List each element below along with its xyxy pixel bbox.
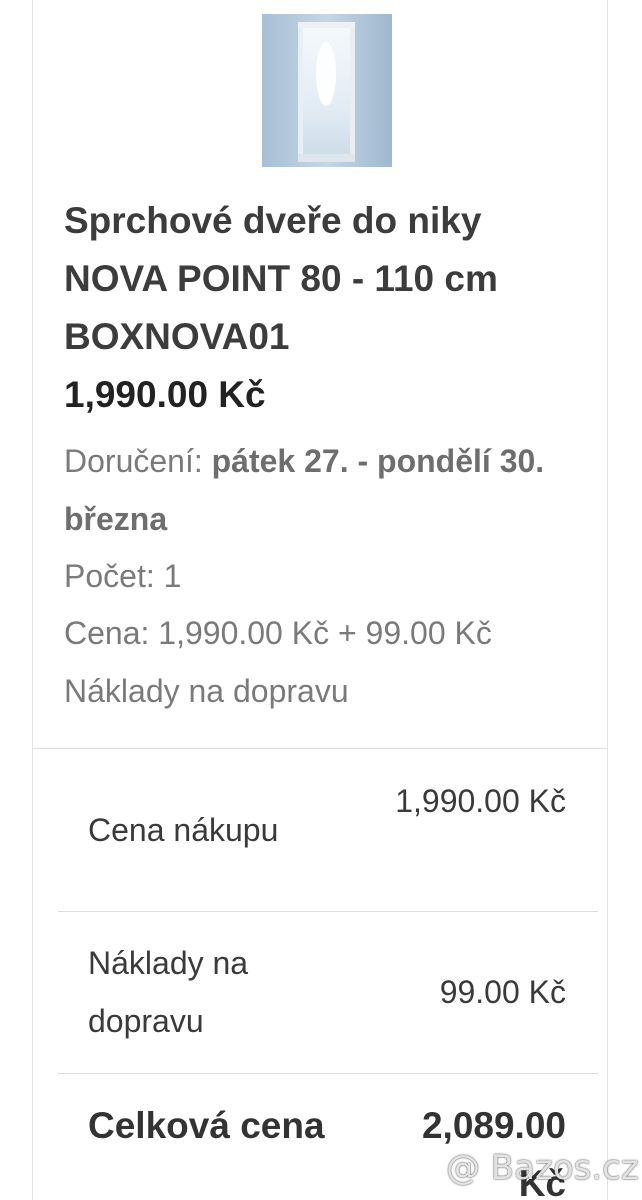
shipping-cost-value: 99.00 Kč [439,974,566,1010]
row-divider [58,911,598,912]
product-price: 1,990.00 Kč [64,374,266,415]
purchase-price-label: Cena nákupu [88,812,279,848]
total-price-label: Celková cena [88,1105,325,1146]
shipping-cost-label: Náklady na dopravu [88,945,249,1039]
watermark: @ Bazos.cz [446,1148,639,1188]
quantity-info: Počet: 1 [64,558,182,594]
product-title[interactable]: Sprchové dveře do niky NOVA POINT 80 - 1… [64,192,584,366]
delivery-label: Doručení: [64,443,203,479]
delivery-info: Doručení: pátek 27. - pondělí 30. března [64,432,584,548]
order-page: Sprchové dveře do niky NOVA POINT 80 - 1… [0,0,642,1200]
product-image [262,14,392,167]
row-divider [58,1073,598,1074]
section-divider [33,748,607,749]
price-breakdown: Cena: 1,990.00 Kč + 99.00 Kč Náklady na … [64,615,492,709]
purchase-price-value: 1,990.00 Kč [395,783,566,819]
